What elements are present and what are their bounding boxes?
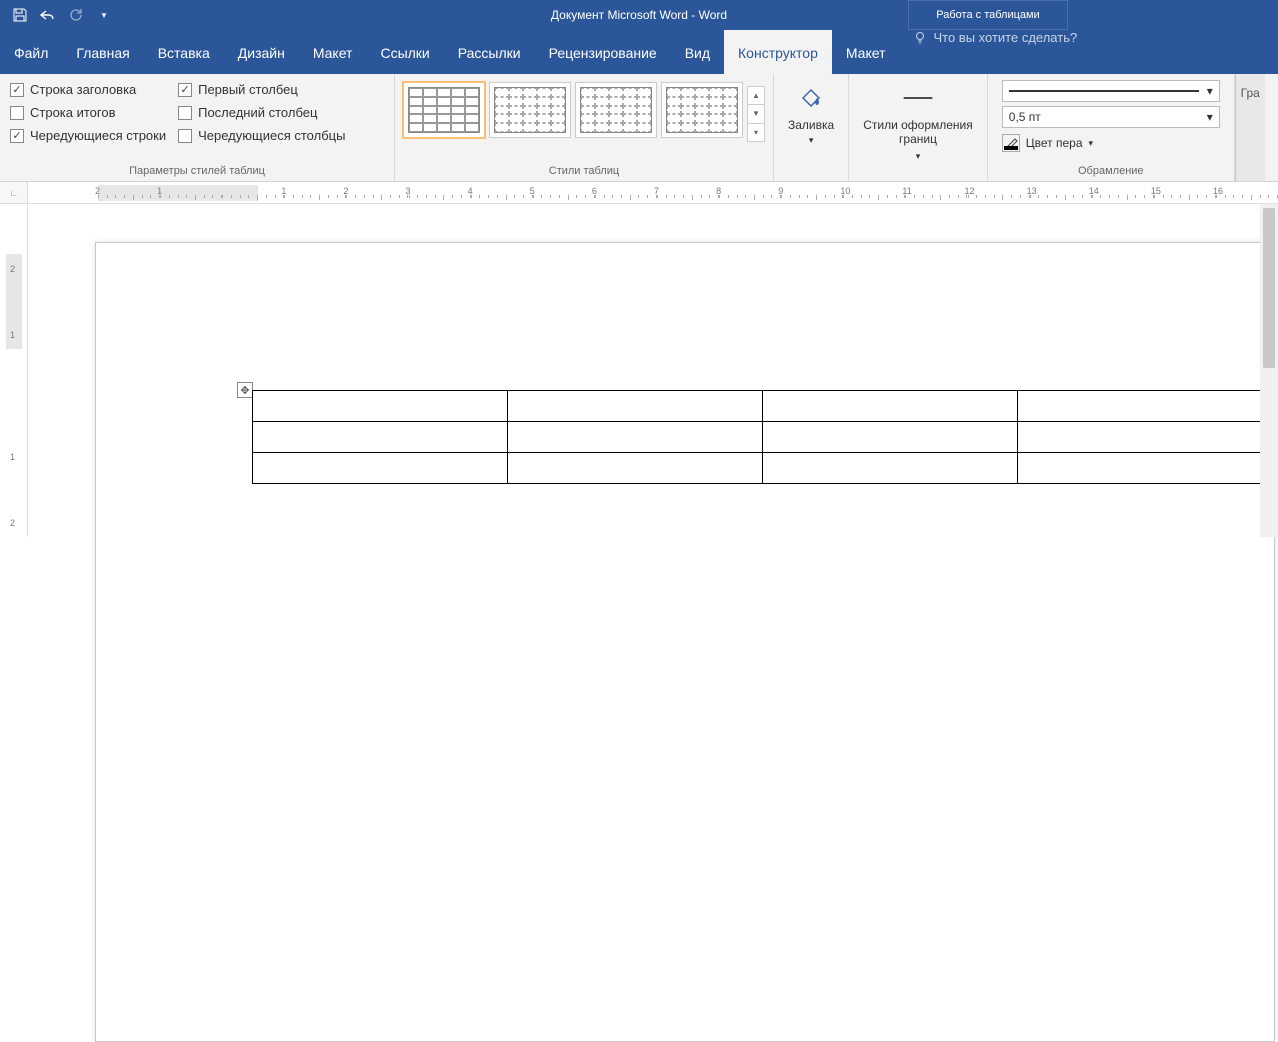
chevron-down-icon: ▾ — [1207, 110, 1213, 124]
lightbulb-icon — [913, 31, 927, 45]
shading-button[interactable]: Заливка▾ — [782, 78, 840, 163]
checkbox-icon — [178, 106, 192, 120]
checkbox-icon — [178, 83, 192, 97]
ribbon-tabs: Файл Главная Вставка Дизайн Макет Ссылки… — [0, 30, 1278, 74]
document-workspace: ∟ 2112 ✥ — [0, 182, 1278, 537]
group-borders: ▾ 0,5 пт▾ Цвет пера ▾ Обрамление — [988, 74, 1235, 181]
pen-color-icon — [1002, 134, 1020, 152]
group-shading: Заливка▾ — [774, 74, 849, 181]
border-styles-button[interactable]: Стили оформления границ ▾ — [857, 78, 979, 163]
tab-layout[interactable]: Макет — [299, 30, 367, 74]
checkbox-icon — [10, 129, 24, 143]
chk-last-col[interactable]: Последний столбец — [178, 105, 345, 120]
group-label-style-options: Параметры стилей таблиц — [8, 163, 386, 179]
table-row — [253, 453, 1273, 484]
gallery-scroll: ▲ ▼ ▾ — [747, 86, 765, 142]
tab-home[interactable]: Главная — [62, 30, 143, 74]
line-preview-icon — [1009, 90, 1199, 92]
ribbon: Строка заголовка Строка итогов Чередующи… — [0, 74, 1278, 182]
scrollbar-thumb[interactable] — [1263, 208, 1275, 368]
chk-banded-cols[interactable]: Чередующиеся столбцы — [178, 128, 345, 143]
tab-insert[interactable]: Вставка — [144, 30, 224, 74]
gallery-up-button[interactable]: ▲ — [748, 87, 764, 104]
tab-table-layout[interactable]: Макет — [832, 30, 900, 74]
chevron-down-icon: ▾ — [1207, 84, 1213, 98]
group-label-borders: Обрамление — [996, 163, 1226, 179]
vertical-scrollbar[interactable] — [1260, 204, 1278, 537]
border-weight-combo[interactable]: 0,5 пт▾ — [1002, 106, 1220, 128]
table-row — [253, 391, 1273, 422]
horizontal-ruler[interactable] — [28, 182, 1278, 204]
group-label-table-styles: Стили таблиц — [403, 163, 765, 179]
redo-button[interactable] — [64, 3, 88, 27]
table-style-thumb[interactable] — [575, 82, 657, 138]
chk-header-row[interactable]: Строка заголовка — [10, 82, 166, 97]
table-style-thumb[interactable] — [489, 82, 571, 138]
chevron-down-icon: ▾ — [809, 135, 814, 145]
checkbox-icon — [10, 106, 24, 120]
table-style-thumb[interactable] — [403, 82, 485, 138]
checkbox-icon — [10, 83, 24, 97]
chk-total-row[interactable]: Строка итогов — [10, 105, 166, 120]
document-table[interactable] — [252, 390, 1273, 484]
chevron-down-icon: ▾ — [1089, 138, 1094, 149]
tab-constructor[interactable]: Конструктор — [724, 30, 832, 74]
tell-me-search[interactable]: Что вы хотите сделать? — [899, 30, 1077, 45]
tab-view[interactable]: Вид — [671, 30, 724, 74]
quick-access-toolbar: ▾ — [0, 3, 116, 27]
tell-me-placeholder: Что вы хотите сделать? — [933, 30, 1077, 45]
border-style-icon — [902, 82, 934, 114]
gallery-down-button[interactable]: ▼ — [748, 104, 764, 122]
group-border-styles: Стили оформления границ ▾ — [849, 74, 988, 181]
tab-design[interactable]: Дизайн — [224, 30, 299, 74]
tab-references[interactable]: Ссылки — [366, 30, 443, 74]
chevron-down-icon: ▾ — [916, 151, 921, 162]
table-row — [253, 422, 1273, 453]
group-style-options: Строка заголовка Строка итогов Чередующи… — [0, 74, 395, 181]
pen-color-button[interactable]: Цвет пера ▾ — [1002, 132, 1220, 152]
group-table-styles: ▲ ▼ ▾ Стили таблиц — [395, 74, 774, 181]
table-style-thumb[interactable] — [661, 82, 743, 138]
document-page[interactable] — [95, 242, 1275, 1042]
tab-review[interactable]: Рецензирование — [535, 30, 671, 74]
checkbox-icon — [178, 129, 192, 143]
undo-button[interactable] — [36, 3, 60, 27]
tab-mailings[interactable]: Рассылки — [444, 30, 535, 74]
borders-dropdown-partial[interactable]: Гра — [1235, 74, 1265, 181]
chk-banded-rows[interactable]: Чередующиеся строки — [10, 128, 166, 143]
gallery-more-button[interactable]: ▾ — [748, 123, 764, 141]
window-title: Документ Microsoft Word - Word — [551, 8, 727, 22]
ruler-corner[interactable]: ∟ — [0, 182, 28, 204]
table-tools-context: Работа с таблицами — [908, 0, 1068, 30]
qat-customize-button[interactable]: ▾ — [92, 3, 116, 27]
paint-bucket-icon — [795, 82, 827, 114]
table-move-handle[interactable]: ✥ — [237, 382, 253, 398]
border-style-combo[interactable]: ▾ — [1002, 80, 1220, 102]
vertical-ruler[interactable]: 2112 — [0, 204, 28, 537]
chk-first-col[interactable]: Первый столбец — [178, 82, 345, 97]
title-bar: ▾ Документ Microsoft Word - Word Работа … — [0, 0, 1278, 30]
tab-file[interactable]: Файл — [0, 30, 62, 74]
save-button[interactable] — [8, 3, 32, 27]
